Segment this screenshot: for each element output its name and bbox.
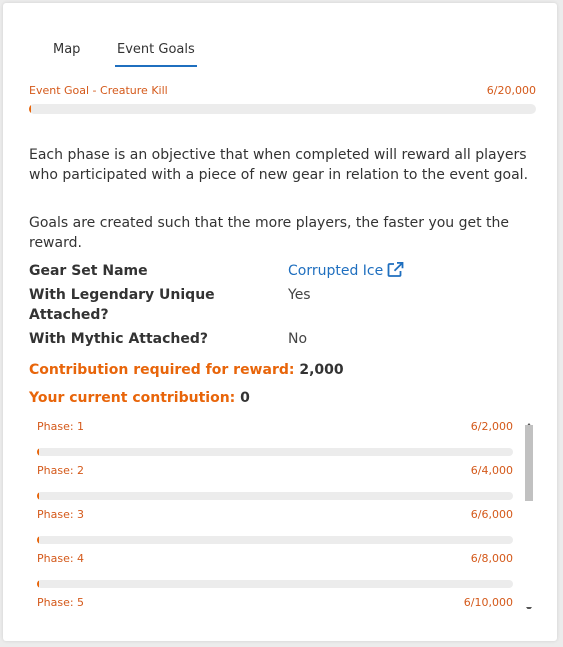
- phase-progress-fill: [37, 448, 39, 456]
- phase-progress-text: 6/2,000: [470, 420, 513, 433]
- current-contribution-value: 0: [240, 390, 250, 406]
- phase-progress-text: 6/10,000: [463, 596, 513, 609]
- phase-label: Phase: 5: [37, 596, 85, 609]
- legendary-label: With Legendary Unique Attached?: [29, 287, 215, 323]
- phase-progress-bar: [37, 580, 513, 588]
- contribution-required-value: 2,000: [299, 362, 344, 378]
- contribution-required-label: Contribution required for reward:: [29, 362, 295, 378]
- phase-label: Phase: 1: [37, 420, 85, 433]
- gear-set-name-value: Corrupted Ice: [288, 261, 404, 283]
- event-panel: Map Event Goals Event Goal - Creature Ki…: [3, 3, 557, 641]
- event-goal-progress: Event Goal - Creature Kill 6/20,000: [29, 84, 536, 118]
- gear-set-name-label: Gear Set Name: [29, 263, 148, 279]
- event-goal-progress-bar: [29, 104, 536, 114]
- description-paragraph-2: Goals are created such that the more pla…: [29, 215, 510, 251]
- description-paragraph-1: Each phase is an objective that when com…: [29, 147, 529, 183]
- scroll-up-arrow-icon[interactable]: [525, 414, 533, 427]
- phase-progress-fill: [37, 580, 39, 588]
- phase-progress-bar: [37, 492, 513, 500]
- phase-list-scrollbar[interactable]: [522, 411, 536, 609]
- phase-progress-bar: [37, 448, 513, 456]
- legendary-value: Yes: [288, 287, 311, 303]
- phase-label: Phase: 3: [37, 508, 85, 521]
- phase-progress-text: 6/6,000: [470, 508, 513, 521]
- scrollbar-thumb[interactable]: [525, 425, 533, 501]
- event-goal-progress-text: 6/20,000: [486, 84, 536, 97]
- mythic-value: No: [288, 331, 308, 347]
- contribution-required: Contribution required for reward: 2,000: [29, 362, 344, 378]
- gear-set-link[interactable]: Corrupted Ice: [288, 263, 383, 279]
- current-contribution-label: Your current contribution:: [29, 390, 236, 406]
- external-link-icon[interactable]: [387, 261, 404, 283]
- phase-progress-fill: [37, 492, 39, 500]
- tab-event-goals[interactable]: Event Goals: [115, 42, 197, 69]
- scroll-down-arrow-icon[interactable]: [525, 598, 533, 609]
- event-goal-label: Event Goal - Creature Kill: [29, 84, 168, 97]
- mythic-label: With Mythic Attached?: [29, 331, 209, 347]
- event-goal-progress-fill: [29, 104, 31, 114]
- tab-map[interactable]: Map: [53, 42, 80, 69]
- phase-label: Phase: 4: [37, 552, 85, 565]
- phase-list[interactable]: Phase: 1 6/2,000 Phase: 2 6/4,000 Phase:…: [29, 411, 536, 609]
- phase-progress-bar: [37, 536, 513, 544]
- current-contribution: Your current contribution: 0: [29, 390, 250, 406]
- phase-progress-text: 6/4,000: [470, 464, 513, 477]
- phase-label: Phase: 2: [37, 464, 85, 477]
- phase-progress-text: 6/8,000: [470, 552, 513, 565]
- phase-progress-fill: [37, 536, 39, 544]
